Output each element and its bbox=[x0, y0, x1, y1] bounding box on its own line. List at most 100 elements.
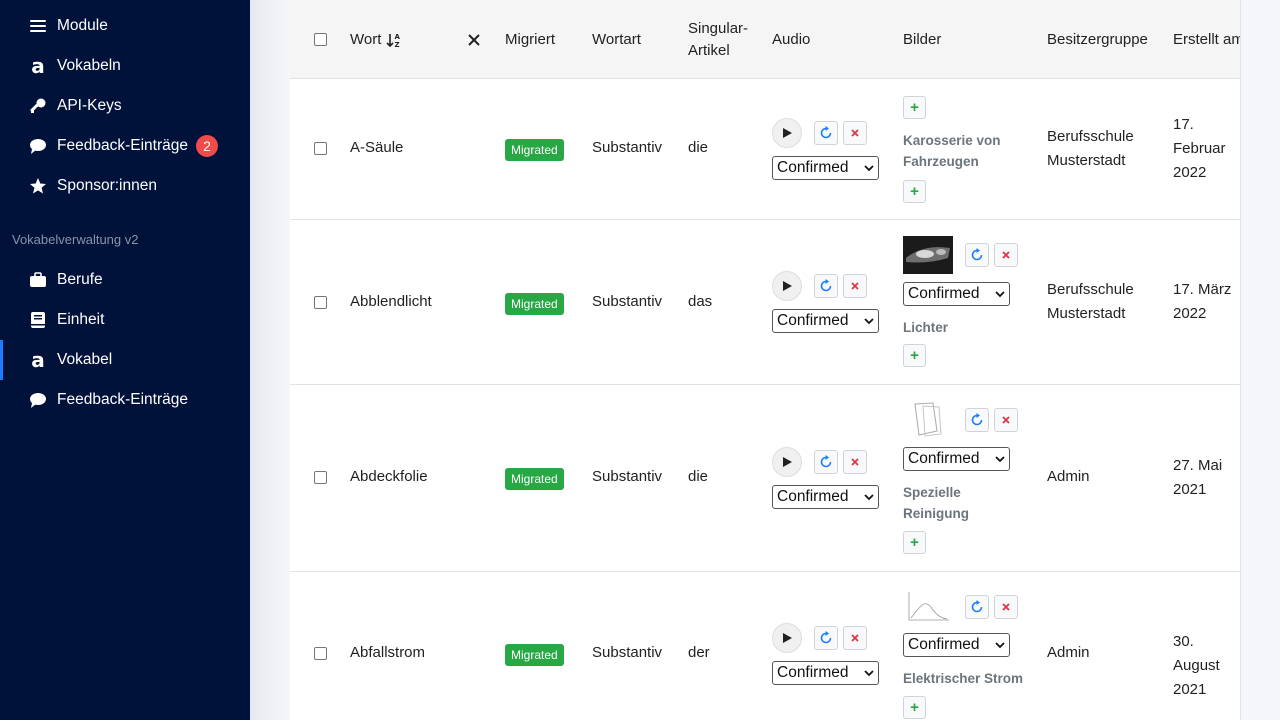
plus-icon: + bbox=[903, 180, 926, 203]
sidebar-item-label: Vokabel bbox=[57, 351, 113, 368]
chevron-down-icon bbox=[864, 494, 874, 501]
column-header-migrated[interactable]: Migriert bbox=[505, 0, 555, 79]
current-graph-thumbnail-icon bbox=[903, 588, 953, 626]
image-thumbnail[interactable] bbox=[903, 236, 953, 274]
row-checkbox[interactable] bbox=[314, 296, 327, 309]
image-category: Lichter bbox=[903, 320, 949, 335]
play-audio-button[interactable] bbox=[772, 623, 802, 653]
refresh-image-button[interactable] bbox=[965, 595, 989, 619]
article-cell: die bbox=[688, 468, 709, 485]
add-image-button[interactable]: + bbox=[903, 96, 926, 119]
column-header-audio[interactable]: Audio bbox=[772, 0, 810, 79]
word-type-cell: Substantiv bbox=[592, 468, 663, 485]
row-checkbox[interactable] bbox=[314, 647, 327, 660]
audio-status-select[interactable]: Confirmed bbox=[772, 485, 879, 509]
delete-audio-button[interactable] bbox=[843, 450, 867, 474]
created-cell: 17. Februar 2022 bbox=[1173, 116, 1226, 181]
refresh-image-button[interactable] bbox=[965, 408, 989, 432]
image-category: Karosserie von Fahrzeugen bbox=[903, 133, 1001, 169]
chevron-down-icon bbox=[995, 456, 1005, 463]
select-all-checkbox[interactable] bbox=[314, 0, 327, 79]
add-category-button[interactable]: + bbox=[903, 344, 926, 367]
audio-status-select[interactable]: Confirmed bbox=[772, 309, 879, 333]
sidebar-item-api-keys[interactable]: API-Keys bbox=[0, 86, 250, 126]
audio-status-select[interactable]: Confirmed bbox=[772, 156, 879, 180]
chevron-down-icon bbox=[864, 670, 874, 677]
word-type-cell: Substantiv bbox=[592, 644, 663, 661]
table-row: A-Säule Migrated Substantiv die Confirme… bbox=[290, 79, 1240, 220]
refresh-icon bbox=[820, 279, 832, 292]
letter-a-icon: a bbox=[31, 54, 45, 78]
svg-text:Z: Z bbox=[395, 41, 400, 48]
delete-audio-button[interactable] bbox=[843, 274, 867, 298]
word-type-cell: Substantiv bbox=[592, 293, 663, 310]
image-status-select[interactable]: Confirmed bbox=[903, 447, 1010, 471]
sidebar-item-feedback-v2[interactable]: Feedback-Einträge bbox=[0, 380, 250, 420]
word-cell[interactable]: Abblendlicht bbox=[350, 293, 432, 310]
column-header-article[interactable]: Singular-Artikel bbox=[688, 0, 758, 79]
audio-status-select[interactable]: Confirmed bbox=[772, 661, 879, 685]
refresh-audio-button[interactable] bbox=[814, 450, 838, 474]
foil-thumbnail-icon bbox=[903, 401, 953, 439]
word-cell[interactable]: Abfallstrom bbox=[350, 644, 425, 661]
vocabulary-table: Wort AZ Migriert Wortart Singular-Artike… bbox=[290, 0, 1241, 720]
image-thumbnail[interactable] bbox=[903, 401, 953, 439]
migrated-badge: Migrated bbox=[505, 468, 564, 490]
add-category-button[interactable]: + bbox=[903, 696, 926, 719]
svg-text:A: A bbox=[395, 33, 401, 41]
column-header-word[interactable]: Wort AZ bbox=[350, 0, 402, 79]
row-checkbox[interactable] bbox=[314, 471, 327, 484]
plus-icon: + bbox=[903, 344, 926, 367]
word-cell[interactable]: A-Säule bbox=[350, 139, 403, 156]
play-audio-button[interactable] bbox=[772, 271, 802, 301]
play-audio-button[interactable] bbox=[772, 118, 802, 148]
owner-cell: Berufsschule Musterstadt bbox=[1047, 281, 1134, 322]
play-audio-button[interactable] bbox=[772, 447, 802, 477]
sidebar-item-label: Einheit bbox=[57, 311, 105, 328]
article-cell: die bbox=[688, 139, 709, 156]
created-cell: 30. August 2021 bbox=[1173, 633, 1220, 698]
refresh-audio-button[interactable] bbox=[814, 626, 838, 650]
star-icon bbox=[29, 177, 47, 195]
column-header-owner[interactable]: Besitzergruppe bbox=[1047, 0, 1148, 79]
briefcase-icon bbox=[29, 271, 47, 289]
image-status-select[interactable]: Confirmed bbox=[903, 633, 1010, 657]
add-category-button[interactable]: + bbox=[903, 531, 926, 554]
row-checkbox[interactable] bbox=[314, 142, 327, 155]
refresh-icon bbox=[971, 600, 983, 613]
word-cell[interactable]: Abdeckfolie bbox=[350, 468, 428, 485]
sidebar-item-label: API-Keys bbox=[57, 97, 122, 114]
refresh-audio-button[interactable] bbox=[814, 121, 838, 145]
image-thumbnail[interactable] bbox=[903, 588, 953, 626]
delete-audio-button[interactable] bbox=[843, 626, 867, 650]
refresh-icon bbox=[820, 126, 832, 139]
column-header-created[interactable]: Erstellt am bbox=[1173, 0, 1240, 79]
delete-image-button[interactable] bbox=[994, 595, 1018, 619]
column-header-images[interactable]: Bilder bbox=[903, 0, 941, 79]
sidebar-item-vokabel[interactable]: a Vokabel bbox=[0, 340, 250, 380]
sidebar-item-einheit[interactable]: Einheit bbox=[0, 300, 250, 340]
table-row: Abblendlicht Migrated Substantiv das Con… bbox=[290, 220, 1240, 385]
close-icon bbox=[851, 634, 859, 642]
sidebar-item-label: Sponsor:innen bbox=[57, 177, 157, 194]
sidebar-item-label: Vokabeln bbox=[57, 57, 121, 74]
article-cell: der bbox=[688, 644, 710, 661]
delete-image-button[interactable] bbox=[994, 408, 1018, 432]
sidebar-item-label: Module bbox=[57, 17, 108, 34]
refresh-audio-button[interactable] bbox=[814, 274, 838, 298]
sidebar-item-module[interactable]: Module bbox=[0, 6, 250, 46]
delete-audio-button[interactable] bbox=[843, 121, 867, 145]
sidebar-item-vokabeln[interactable]: a Vokabeln bbox=[0, 46, 250, 86]
column-header-word-type[interactable]: Wortart bbox=[592, 0, 641, 79]
sidebar: Module a Vokabeln API-Keys Feedback-Eint… bbox=[0, 0, 250, 720]
sidebar-item-berufe[interactable]: Berufe bbox=[0, 260, 250, 300]
add-category-button[interactable]: + bbox=[903, 180, 926, 203]
clear-sort-icon[interactable] bbox=[468, 0, 480, 79]
refresh-image-button[interactable] bbox=[965, 243, 989, 267]
sidebar-item-feedback[interactable]: Feedback-Einträge 2 bbox=[0, 126, 250, 166]
refresh-icon bbox=[820, 631, 832, 644]
image-status-select[interactable]: Confirmed bbox=[903, 282, 1010, 306]
delete-image-button[interactable] bbox=[994, 243, 1018, 267]
sidebar-item-sponsoren[interactable]: Sponsor:innen bbox=[0, 166, 250, 206]
table-row: Abdeckfolie Migrated Substantiv die Conf… bbox=[290, 385, 1240, 572]
